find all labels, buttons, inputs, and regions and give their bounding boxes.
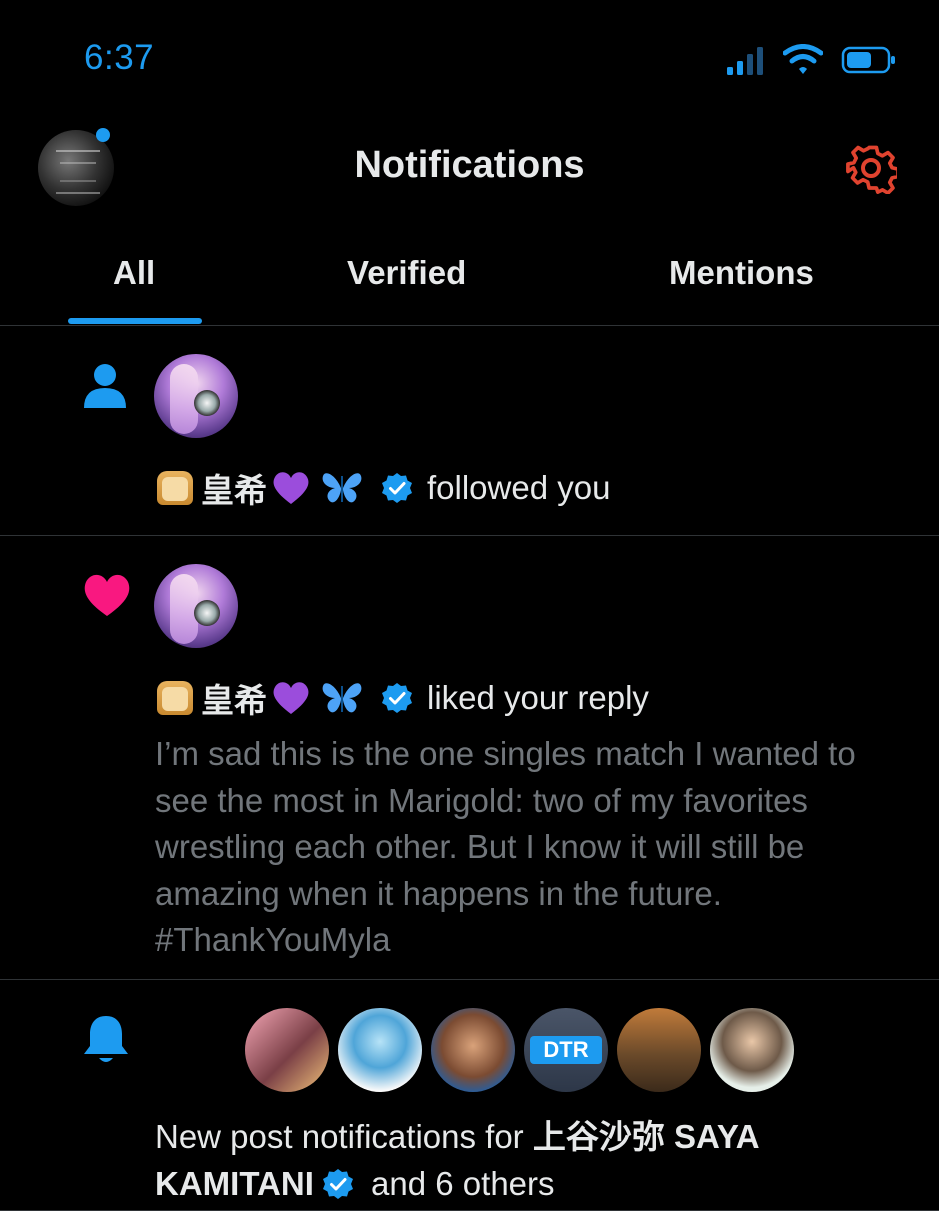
notification-new-posts[interactable]: DTR New post notifications for 上谷沙弥 SAYA… [0, 980, 939, 1211]
tab-mentions[interactable]: Mentions [669, 254, 814, 292]
text-suffix: and 6 others [361, 1164, 555, 1202]
cellular-signal-icon [727, 47, 763, 75]
active-tab-indicator [68, 318, 202, 324]
notification-text: 皇希 followed you [157, 464, 610, 512]
user-name[interactable]: 皇希 [201, 674, 267, 722]
unread-dot [96, 128, 110, 142]
verified-badge-icon [382, 473, 412, 503]
avatar[interactable] [617, 1008, 701, 1092]
avatar[interactable] [338, 1008, 422, 1092]
status-icons [725, 44, 897, 76]
bell-icon [84, 1016, 128, 1062]
user-name[interactable]: 皇希 [201, 464, 267, 512]
bread-emoji-icon [157, 471, 193, 505]
page-title: Notifications [354, 144, 585, 186]
verified-badge-icon [382, 683, 412, 713]
verified-badge-icon [322, 1168, 353, 1199]
avatar[interactable] [154, 564, 238, 648]
avatar-logo-text: DTR [530, 1036, 602, 1064]
butterfly-icon [322, 683, 362, 713]
status-time: 6:37 [84, 38, 155, 77]
purple-heart-icon [273, 682, 309, 714]
battery-icon [841, 46, 895, 74]
action-text: followed you [427, 469, 611, 506]
header: Notifications [0, 120, 939, 210]
tab-bar: All Verified Mentions [0, 240, 939, 326]
avatar-belt [194, 390, 220, 416]
tab-all[interactable]: All [113, 254, 155, 292]
wifi-icon [783, 44, 823, 74]
avatars-row: DTR [245, 1008, 794, 1092]
gear-icon[interactable] [845, 142, 897, 194]
butterfly-icon [322, 473, 362, 503]
notification-text: New post notifications for 上谷沙弥 SAYA KAM… [155, 1114, 875, 1207]
avatar-belt [194, 600, 220, 626]
notification-like[interactable]: 皇希 liked your reply I’m sad this is the … [0, 536, 939, 980]
purple-heart-icon [273, 472, 309, 504]
heart-icon [84, 574, 130, 616]
text-prefix: New post notifications for [155, 1118, 533, 1155]
reply-text[interactable]: I’m sad this is the one singles match I … [155, 731, 915, 964]
action-text: liked your reply [427, 679, 649, 716]
bread-emoji-icon [157, 681, 193, 715]
avatar[interactable] [154, 354, 238, 438]
avatar[interactable] [431, 1008, 515, 1092]
avatar[interactable] [710, 1008, 794, 1092]
notification-follow[interactable]: 皇希 followed you [0, 326, 939, 536]
avatar[interactable]: DTR [524, 1008, 608, 1092]
tab-verified[interactable]: Verified [347, 254, 466, 292]
notification-text: 皇希 liked your reply [157, 674, 649, 722]
person-icon [84, 364, 126, 408]
avatar[interactable] [245, 1008, 329, 1092]
